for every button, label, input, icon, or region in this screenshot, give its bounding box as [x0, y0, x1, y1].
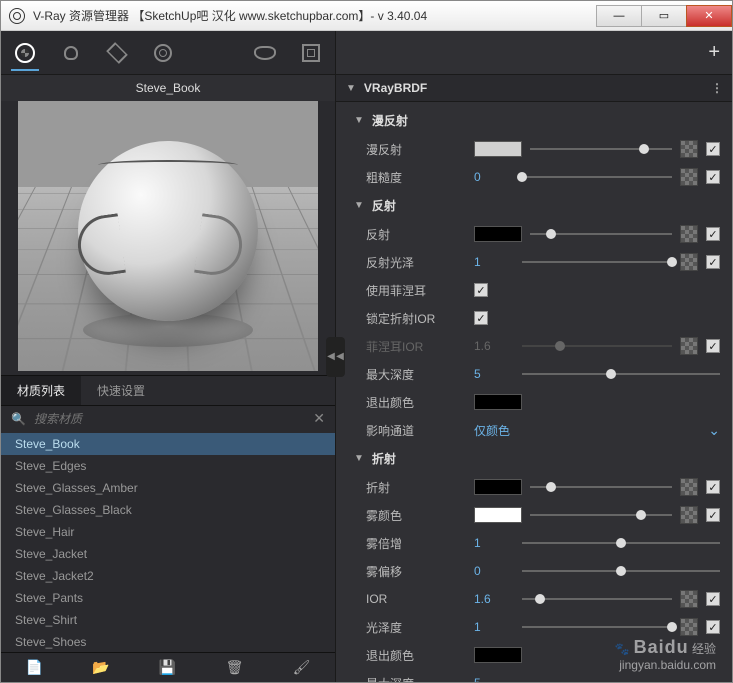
properties-panel[interactable]: ▼漫反射 漫反射 ✓ 粗糙度 0 ✓ ▼反射 反射 ✓ 反射光 [336, 102, 732, 682]
group-diffuse[interactable]: ▼漫反射 [336, 106, 732, 135]
section-menu-icon[interactable]: ⋮ [711, 81, 722, 95]
reflect-color-swatch[interactable] [474, 226, 522, 242]
checkbox[interactable]: ✓ [706, 227, 720, 241]
search-icon: 🔍 [11, 412, 26, 426]
list-item[interactable]: Steve_Edges [1, 455, 335, 477]
list-item[interactable]: Steve_Glasses_Black [1, 499, 335, 521]
brdf-section-header[interactable]: ▼ VRayBRDF ⋮ [336, 75, 732, 102]
slider[interactable] [522, 169, 672, 185]
list-item[interactable]: Steve_Shirt [1, 609, 335, 631]
texture-button[interactable] [680, 253, 698, 271]
checkbox[interactable]: ✓ [706, 170, 720, 184]
checkbox[interactable]: ✓ [706, 142, 720, 156]
group-reflect[interactable]: ▼反射 [336, 191, 732, 220]
material-preview[interactable] [18, 101, 318, 371]
label: 漫反射 [366, 141, 466, 158]
checkbox[interactable]: ✓ [706, 255, 720, 269]
material-list[interactable]: Steve_Book Steve_Edges Steve_Glasses_Amb… [1, 431, 335, 652]
value-input[interactable]: 0 [474, 170, 514, 184]
brush-icon[interactable]: 🖌 [293, 659, 311, 676]
bottom-toolbar: 📄 📂 💾 🗑 🖌 [1, 652, 335, 682]
tab-quick-settings[interactable]: 快速设置 [81, 376, 161, 405]
lock-ior-checkbox[interactable]: ✓ [474, 311, 488, 325]
lights-tab-icon[interactable] [57, 39, 85, 67]
vray-logo-icon [9, 8, 25, 24]
list-item[interactable]: Steve_Shoes [1, 631, 335, 652]
maximize-button[interactable]: ▭ [641, 5, 687, 27]
framebuffer-icon[interactable] [297, 39, 325, 67]
label: 粗糙度 [366, 169, 466, 186]
close-button[interactable]: ✕ [686, 5, 732, 27]
exit-color-swatch[interactable] [474, 394, 522, 410]
right-pane: + ▼ VRayBRDF ⋮ ▼漫反射 漫反射 ✓ 粗糙度 0 ✓ [336, 31, 732, 682]
collapse-right-icon[interactable]: ◀ [336, 337, 345, 377]
list-item[interactable]: Steve_Book [1, 433, 335, 455]
save-icon[interactable]: 💾 [159, 659, 176, 676]
titlebar: V-Ray 资源管理器 【SketchUp吧 汉化 www.sketchupba… [1, 1, 732, 31]
list-item[interactable]: Steve_Jacket [1, 543, 335, 565]
settings-tab-icon[interactable] [149, 39, 177, 67]
list-item[interactable]: Steve_Hair [1, 521, 335, 543]
add-layer-button[interactable]: + [708, 41, 720, 64]
render-icon[interactable] [251, 39, 279, 67]
chevron-down-icon[interactable]: ⌄ [708, 422, 720, 439]
left-toolbar [1, 31, 335, 75]
tab-material-list[interactable]: 材质列表 [1, 376, 81, 405]
minimize-button[interactable]: — [596, 5, 642, 27]
delete-icon[interactable]: 🗑 [226, 659, 244, 676]
group-refract[interactable]: ▼折射 [336, 444, 732, 473]
texture-button[interactable] [680, 337, 698, 355]
affect-channels-dropdown[interactable]: 仅颜色 [474, 422, 510, 439]
caret-down-icon: ▼ [346, 83, 356, 94]
clear-search-icon[interactable]: ✕ [313, 410, 325, 427]
diffuse-color-swatch[interactable] [474, 141, 522, 157]
list-item[interactable]: Steve_Jacket2 [1, 565, 335, 587]
search-row: 🔍 ✕ [1, 406, 335, 431]
texture-button[interactable] [680, 168, 698, 186]
app-window: V-Ray 资源管理器 【SketchUp吧 汉化 www.sketchupba… [0, 0, 733, 683]
search-input[interactable] [34, 412, 305, 426]
materials-tab-icon[interactable] [11, 43, 39, 71]
current-material-name: Steve_Book [1, 75, 335, 101]
left-pane: Steve_Book 材质列表 快速设置 🔍 ✕ Steve_Book [1, 31, 336, 682]
section-title: VRayBRDF [364, 81, 711, 95]
new-file-icon[interactable]: 📄 [26, 659, 43, 676]
fresnel-checkbox[interactable]: ✓ [474, 283, 488, 297]
list-item[interactable]: Steve_Glasses_Amber [1, 477, 335, 499]
checkbox[interactable]: ✓ [706, 339, 720, 353]
left-tabs: 材质列表 快速设置 [1, 375, 335, 406]
right-header: + [336, 31, 732, 75]
geometry-tab-icon[interactable] [103, 39, 131, 67]
texture-button[interactable] [680, 140, 698, 158]
collapse-left-icon[interactable]: ◀ [326, 337, 336, 377]
open-folder-icon[interactable]: 📂 [92, 659, 109, 676]
window-title: V-Ray 资源管理器 【SketchUp吧 汉化 www.sketchupba… [33, 7, 597, 24]
list-item[interactable]: Steve_Pants [1, 587, 335, 609]
slider[interactable] [530, 141, 672, 157]
texture-button[interactable] [680, 225, 698, 243]
